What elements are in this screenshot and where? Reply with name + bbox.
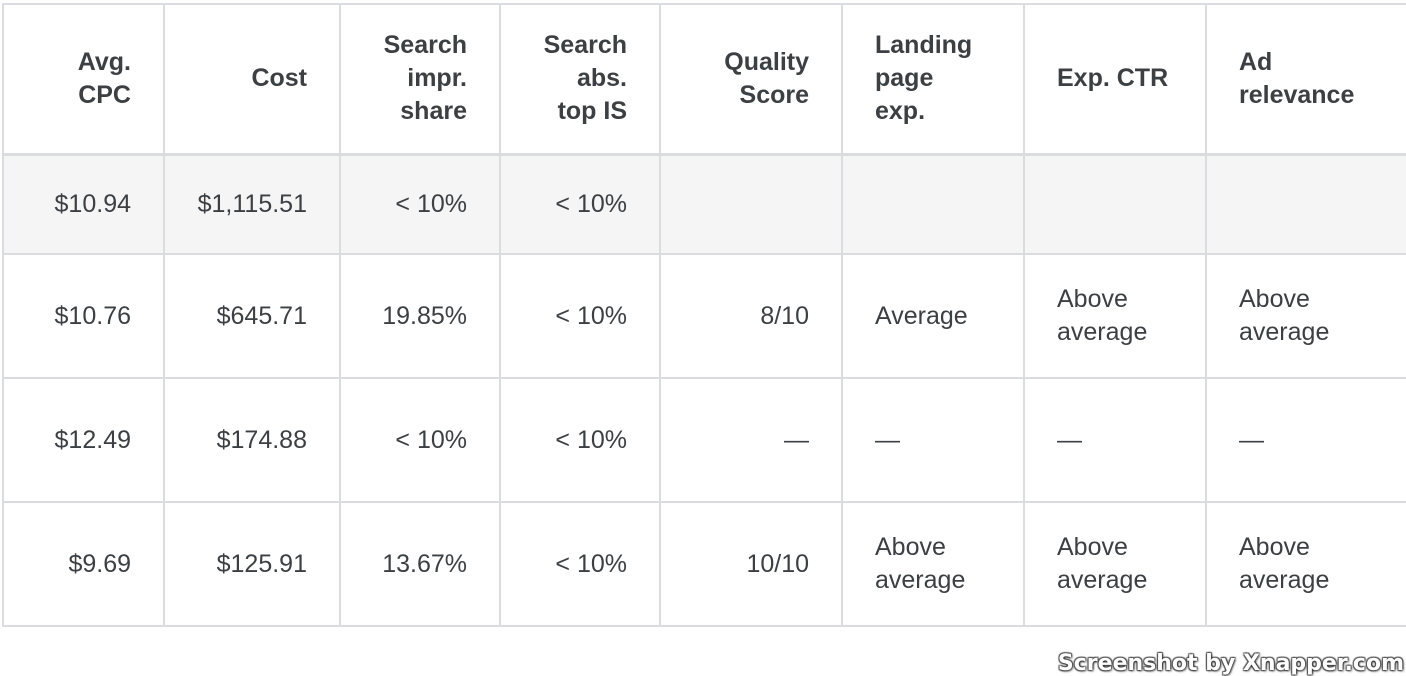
cell-search-abs-top-is: < 10% [499, 377, 661, 503]
table-row[interactable]: $10.76 $645.71 19.85% < 10% 8/10 Average… [2, 253, 1406, 379]
cell-landing-page-exp: Above average [841, 501, 1025, 627]
watermark: Screenshot by Xnapper.com [1057, 651, 1404, 676]
cell-landing-page-exp: Average [841, 253, 1025, 379]
cell-search-impr-share: 19.85% [339, 253, 501, 379]
cell-exp-ctr: — [1023, 377, 1207, 503]
header-search-impr-share[interactable]: Search impr. share [339, 3, 501, 156]
table-row[interactable]: $9.69 $125.91 13.67% < 10% 10/10 Above a… [2, 501, 1406, 627]
total-landing-page-exp [841, 153, 1025, 255]
total-ad-relevance [1205, 153, 1406, 255]
header-row: Avg. CPC Cost Search impr. share Search … [2, 3, 1406, 156]
cell-avg-cpc: $12.49 [2, 377, 165, 503]
cell-cost: $645.71 [163, 253, 341, 379]
cell-cost: $174.88 [163, 377, 341, 503]
header-exp-ctr[interactable]: Exp. CTR [1023, 3, 1207, 156]
total-quality-score [659, 153, 843, 255]
header-ad-relevance[interactable]: Ad relevance [1205, 3, 1406, 156]
total-avg-cpc: $10.94 [2, 153, 165, 255]
cell-avg-cpc: $10.76 [2, 253, 165, 379]
cell-ad-relevance: Above average [1205, 501, 1406, 627]
total-search-abs-top-is: < 10% [499, 153, 661, 255]
header-search-abs-top-is[interactable]: Search abs. top IS [499, 3, 661, 156]
cell-search-impr-share: < 10% [339, 377, 501, 503]
cell-cost: $125.91 [163, 501, 341, 627]
cell-quality-score: — [659, 377, 843, 503]
total-cost: $1,115.51 [163, 153, 341, 255]
cell-quality-score: 8/10 [659, 253, 843, 379]
cell-exp-ctr: Above average [1023, 253, 1207, 379]
keyword-metrics-table: Avg. CPC Cost Search impr. share Search … [2, 3, 1406, 627]
keyword-metrics-table-container: Avg. CPC Cost Search impr. share Search … [2, 3, 1406, 627]
cell-exp-ctr: Above average [1023, 501, 1207, 627]
cell-ad-relevance: — [1205, 377, 1406, 503]
cell-search-impr-share: 13.67% [339, 501, 501, 627]
total-exp-ctr [1023, 153, 1207, 255]
header-cost[interactable]: Cost [163, 3, 341, 156]
cell-landing-page-exp: — [841, 377, 1025, 503]
cell-avg-cpc: $9.69 [2, 501, 165, 627]
total-row: $10.94 $1,115.51 < 10% < 10% [2, 153, 1406, 255]
cell-search-abs-top-is: < 10% [499, 253, 661, 379]
cell-quality-score: 10/10 [659, 501, 843, 627]
table-row[interactable]: $12.49 $174.88 < 10% < 10% — — — — [2, 377, 1406, 503]
header-quality-score[interactable]: Quality Score [659, 3, 843, 156]
header-avg-cpc[interactable]: Avg. CPC [2, 3, 165, 156]
cell-ad-relevance: Above average [1205, 253, 1406, 379]
cell-search-abs-top-is: < 10% [499, 501, 661, 627]
header-landing-page-exp[interactable]: Landing page exp. [841, 3, 1025, 156]
total-search-impr-share: < 10% [339, 153, 501, 255]
